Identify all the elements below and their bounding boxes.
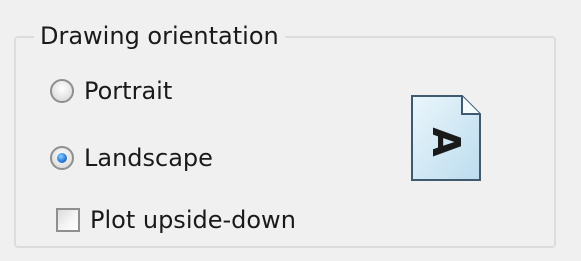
portrait-option[interactable]: Portrait	[50, 76, 172, 106]
landscape-radio-icon[interactable]	[50, 146, 74, 170]
group-title: Drawing orientation	[34, 20, 285, 52]
plot-upside-down-option[interactable]: Plot upside-down	[56, 205, 296, 235]
portrait-radio-icon[interactable]	[50, 79, 74, 103]
portrait-label: Portrait	[84, 77, 173, 105]
landscape-page-icon: A	[411, 95, 481, 181]
plot-upside-down-label: Plot upside-down	[90, 206, 296, 234]
preview-glyph: A	[424, 127, 468, 157]
plot-upside-down-checkbox[interactable]	[56, 208, 80, 232]
landscape-option[interactable]: Landscape	[50, 143, 213, 173]
landscape-label: Landscape	[84, 144, 213, 172]
